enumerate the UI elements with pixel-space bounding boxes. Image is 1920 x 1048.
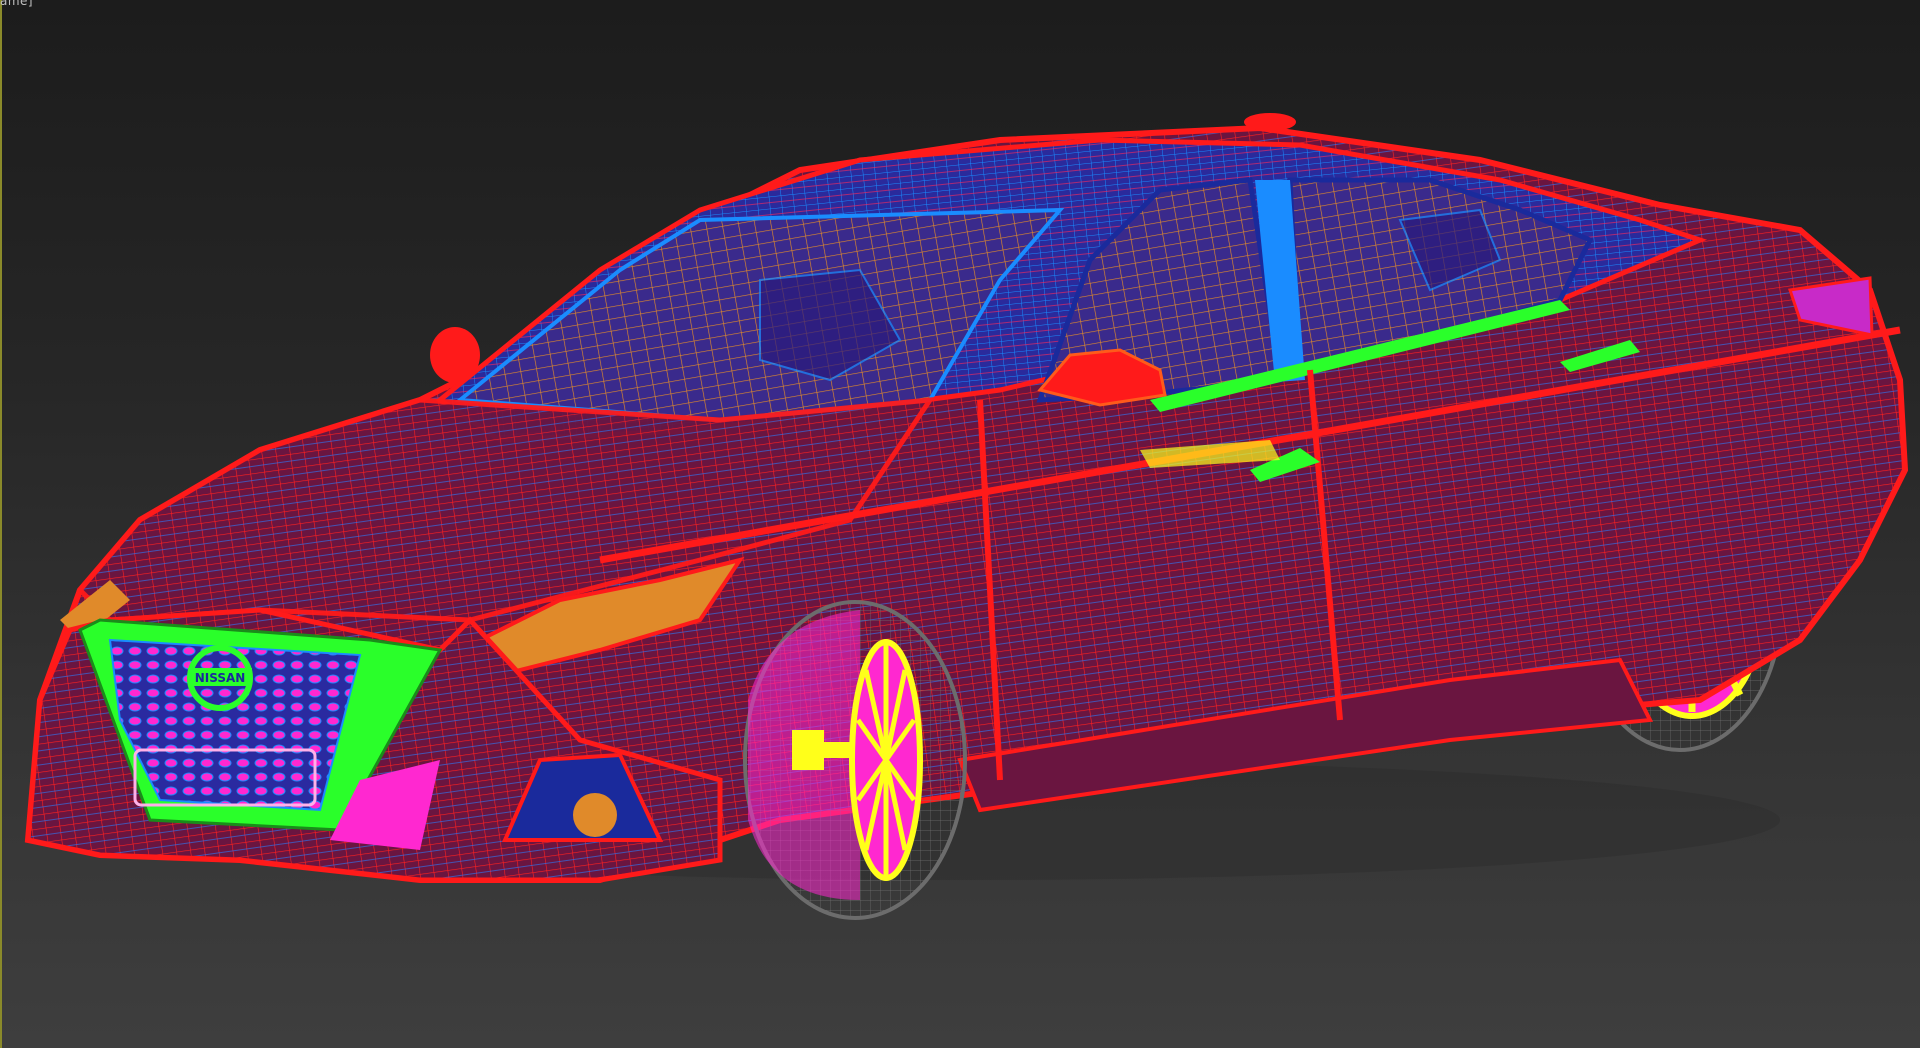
front-wheel[interactable] xyxy=(743,600,967,920)
left-mirror xyxy=(430,327,480,383)
perspective-viewport[interactable]: ame] NISSAN xyxy=(0,0,1920,1048)
wireframe-scene[interactable]: NISSAN xyxy=(0,0,1920,1048)
shark-fin-antenna xyxy=(1244,113,1296,131)
front-brake xyxy=(792,730,824,770)
front-axle xyxy=(824,742,854,758)
badge-text: NISSAN xyxy=(195,671,246,685)
fog-light xyxy=(573,793,617,837)
